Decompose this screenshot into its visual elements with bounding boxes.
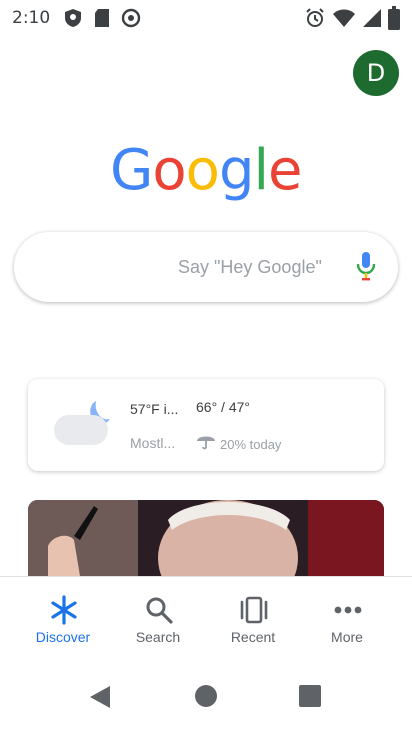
logo-letter: o: [152, 138, 186, 203]
nav-search[interactable]: Search: [113, 577, 203, 655]
rain-chance: 20% today: [220, 437, 282, 452]
weather-condition: Mostl...: [130, 435, 176, 451]
logo-letter: l: [253, 138, 269, 203]
logo-letter: o: [185, 138, 220, 203]
back-icon[interactable]: [88, 684, 112, 710]
system-nav-bar: [0, 654, 412, 732]
logo-letter: G: [110, 138, 153, 203]
recent-icon: [240, 596, 268, 624]
home-icon[interactable]: [194, 684, 218, 708]
shield-icon: [65, 9, 81, 27]
search-placeholder: Say "Hey Google": [178, 257, 322, 277]
partly-cloudy-night-icon: [54, 401, 110, 445]
google-logo: Google: [110, 138, 305, 208]
logo-letter: e: [268, 138, 302, 203]
signal-icon: [363, 9, 381, 27]
wifi-icon: [333, 9, 355, 27]
nav-more[interactable]: More: [302, 577, 392, 655]
bottom-nav: Discover Search Recent More: [0, 576, 412, 654]
search-icon: [146, 597, 173, 624]
battery-icon: [388, 6, 400, 30]
nav-discover[interactable]: Discover: [18, 577, 108, 655]
news-card[interactable]: [28, 500, 384, 576]
nav-recent[interactable]: Recent: [208, 577, 298, 655]
weather-card[interactable]: 57°F i... Mostl... 66° / 47° 20% today: [28, 379, 384, 471]
status-right-icons: [304, 6, 400, 30]
current-temperature: 57°F i...: [130, 401, 179, 417]
nav-label: Discover: [35, 629, 91, 645]
umbrella-icon: [197, 436, 215, 450]
logo-letter: g: [218, 138, 255, 203]
mic-icon[interactable]: [354, 250, 378, 284]
discover-icon: [51, 595, 77, 625]
status-left-icons: [62, 7, 142, 29]
nav-label: More: [331, 629, 363, 645]
nav-label: Search: [135, 629, 181, 645]
sync-icon: [121, 8, 141, 28]
more-icon: [334, 606, 362, 614]
high-low-temperature: 66° / 47°: [196, 399, 251, 415]
account-avatar[interactable]: D: [353, 50, 399, 96]
nav-label: Recent: [230, 629, 276, 645]
sd-card-icon: [95, 9, 109, 27]
status-bar: 2:10: [0, 0, 412, 36]
status-time: 2:10: [12, 8, 51, 28]
overview-icon[interactable]: [299, 685, 321, 707]
alarm-icon: [306, 8, 324, 27]
search-box[interactable]: Say "Hey Google": [14, 232, 398, 302]
news-photo: [28, 500, 384, 576]
